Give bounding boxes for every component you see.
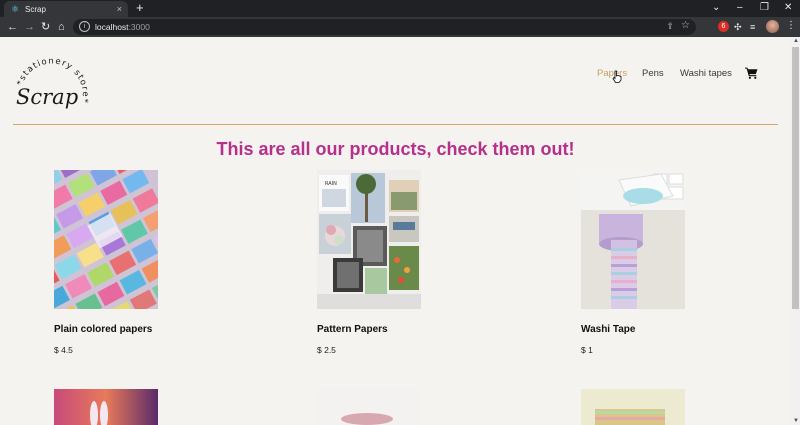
- profile-avatar[interactable]: [766, 20, 779, 33]
- extensions-puzzle-icon[interactable]: ✣: [734, 21, 742, 33]
- url-port: :3000: [128, 22, 150, 32]
- scroll-up-icon[interactable]: ▲: [793, 38, 799, 44]
- forward-icon[interactable]: →: [24, 20, 35, 34]
- product-image-washi-tape[interactable]: [581, 170, 685, 309]
- page-scrollbar[interactable]: ▲ ▼: [791, 37, 800, 425]
- back-icon[interactable]: ←: [7, 20, 18, 34]
- home-icon[interactable]: ⌂: [58, 20, 65, 34]
- browser-toolbar: ← → ↻ ⌂ i localhost:3000 ⇪ ☆ 6 ✣ ≡ ⋮: [0, 17, 800, 37]
- shopping-cart-icon[interactable]: [745, 67, 758, 79]
- scrollbar-thumb[interactable]: [792, 47, 799, 309]
- browser-menu-icon[interactable]: ⋮: [786, 20, 796, 31]
- tab-close-icon[interactable]: ×: [117, 4, 122, 14]
- bookmark-star-icon[interactable]: ☆: [681, 20, 690, 31]
- product-image-next-row-3[interactable]: [581, 389, 685, 425]
- product-price: $ 1: [581, 345, 593, 355]
- url-host: localhost: [95, 22, 129, 32]
- product-price: $ 4.5: [54, 345, 73, 355]
- reading-list-icon[interactable]: ≡: [750, 21, 755, 33]
- nav-link-pens[interactable]: Pens: [642, 68, 664, 79]
- product-image-next-row-1[interactable]: [54, 389, 158, 425]
- page-headline: This are all our products, check them ou…: [216, 139, 575, 159]
- extension-red-icon[interactable]: 6: [718, 21, 729, 32]
- url-text: localhost:3000: [95, 22, 150, 32]
- product-image-next-row-2[interactable]: [317, 389, 421, 425]
- minimize-icon[interactable]: –: [737, 2, 743, 13]
- product-price: $ 2.5: [317, 345, 336, 355]
- product-name[interactable]: Pattern Papers: [317, 324, 388, 335]
- page-content: *stationery store* Scrap Papers Pens Was…: [0, 37, 791, 425]
- product-image-pattern-papers[interactable]: RAIN: [317, 170, 421, 309]
- product-name[interactable]: Washi Tape: [581, 324, 635, 335]
- scroll-down-icon[interactable]: ▼: [793, 418, 799, 424]
- site-info-icon[interactable]: i: [79, 21, 90, 32]
- react-favicon-icon: ⚛: [11, 4, 20, 14]
- browser-tab[interactable]: ⚛ Scrap ×: [4, 1, 128, 17]
- hand-cursor-icon: [612, 70, 622, 83]
- browser-titlebar: ⚛ Scrap × + ⌄ – ❐ ✕: [0, 0, 800, 17]
- svg-text:RAIN: RAIN: [325, 181, 337, 187]
- share-icon[interactable]: ⇪: [666, 21, 674, 32]
- logo-text: Scrap: [16, 85, 78, 109]
- scrap-logo[interactable]: *stationery store* Scrap: [12, 52, 92, 132]
- nav-link-washi-tapes[interactable]: Washi tapes: [680, 68, 732, 79]
- new-tab-button[interactable]: +: [136, 1, 144, 15]
- window-close-icon[interactable]: ✕: [784, 2, 792, 13]
- tab-title: Scrap: [25, 5, 46, 14]
- tab-search-icon[interactable]: ⌄: [712, 2, 720, 13]
- product-name[interactable]: Plain colored papers: [54, 324, 152, 335]
- reload-icon[interactable]: ↻: [41, 20, 50, 34]
- header-divider: [13, 124, 778, 125]
- address-bar[interactable]: i localhost:3000 ⇪ ☆: [73, 19, 696, 35]
- product-image-plain-colored-papers[interactable]: [54, 170, 158, 309]
- restore-icon[interactable]: ❐: [760, 2, 769, 13]
